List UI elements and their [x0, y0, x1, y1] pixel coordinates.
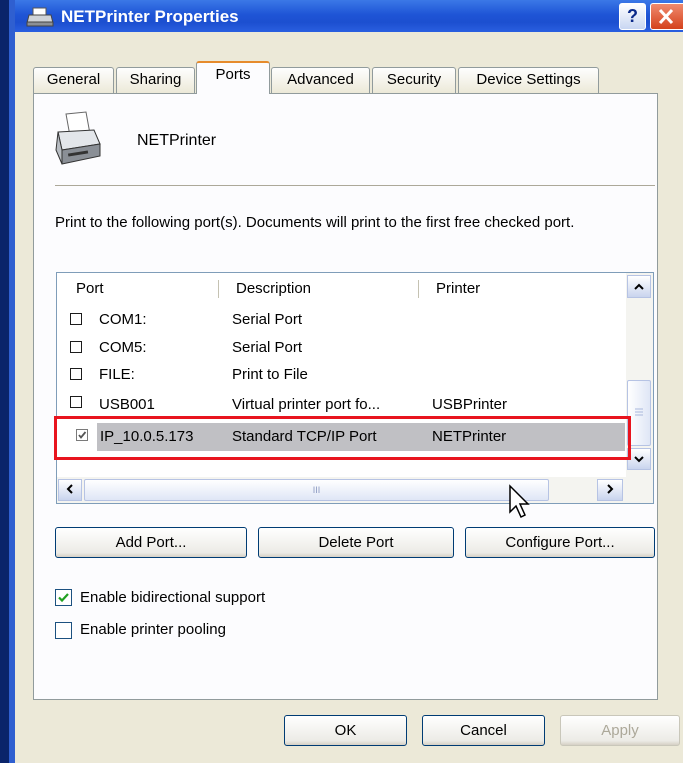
- separator: [55, 185, 655, 186]
- port-name: COM1:: [99, 311, 147, 328]
- bidirectional-checkbox[interactable]: [55, 589, 72, 606]
- tab-ports[interactable]: Ports: [196, 61, 270, 94]
- port-description: Virtual printer port fo...: [232, 396, 381, 413]
- add-port-button[interactable]: Add Port...: [55, 527, 247, 558]
- highlight-annotation: [54, 416, 631, 460]
- close-button[interactable]: [650, 3, 683, 30]
- list-item[interactable]: FILE: Print to File: [57, 362, 625, 389]
- port-description: Serial Port: [232, 311, 303, 328]
- port-description: Print to File: [232, 366, 308, 383]
- chevron-right-icon: [607, 484, 614, 494]
- tab-general[interactable]: General: [33, 67, 114, 93]
- list-item[interactable]: USB001 Virtual printer port fo... USBPri…: [57, 390, 625, 414]
- scroll-up-button[interactable]: [627, 275, 651, 298]
- column-header-printer[interactable]: Printer: [436, 274, 480, 303]
- port-description: Serial Port: [232, 339, 303, 356]
- configure-port-button[interactable]: Configure Port...: [465, 527, 655, 558]
- port-printer: USBPrinter: [432, 396, 508, 413]
- column-divider[interactable]: [218, 280, 219, 298]
- checkmark-icon: [58, 593, 69, 603]
- tab-device-settings[interactable]: Device Settings: [458, 67, 599, 93]
- chevron-left-icon: [66, 484, 73, 494]
- pooling-label[interactable]: Enable printer pooling: [80, 621, 226, 638]
- horizontal-scroll-thumb[interactable]: III: [84, 479, 549, 501]
- scroll-right-button[interactable]: [597, 479, 623, 501]
- grip-icon: [635, 408, 643, 416]
- cancel-button[interactable]: Cancel: [422, 715, 545, 746]
- close-icon: [658, 8, 674, 25]
- printer-large-icon: [55, 111, 101, 165]
- printer-name: NETPrinter: [137, 132, 217, 149]
- delete-port-button[interactable]: Delete Port: [258, 527, 454, 558]
- column-header-port[interactable]: Port: [76, 274, 104, 303]
- tab-sharing[interactable]: Sharing: [116, 67, 195, 93]
- port-name: COM5:: [99, 339, 147, 356]
- column-divider[interactable]: [418, 280, 419, 298]
- column-header-description[interactable]: Description: [236, 274, 311, 303]
- port-name: USB001: [99, 396, 155, 413]
- list-item[interactable]: COM5: Serial Port: [57, 335, 625, 362]
- port-checkbox[interactable]: [70, 313, 82, 325]
- chevron-up-icon: [634, 283, 644, 290]
- window-left-border: [0, 0, 9, 763]
- instructions-text: Print to the following port(s). Document…: [55, 214, 575, 231]
- apply-button[interactable]: Apply: [560, 715, 680, 746]
- port-checkbox[interactable]: [70, 396, 82, 408]
- scroll-left-button[interactable]: [58, 479, 82, 501]
- printer-icon: [26, 7, 54, 27]
- mouse-cursor-icon: [509, 484, 530, 519]
- tab-advanced[interactable]: Advanced: [271, 67, 370, 93]
- ok-button[interactable]: OK: [284, 715, 407, 746]
- bidirectional-label[interactable]: Enable bidirectional support: [80, 589, 265, 606]
- tab-security[interactable]: Security: [372, 67, 456, 93]
- port-checkbox[interactable]: [70, 368, 82, 380]
- list-item[interactable]: COM1: Serial Port: [57, 307, 625, 334]
- chevron-down-icon: [634, 456, 644, 463]
- port-checkbox[interactable]: [70, 341, 82, 353]
- pooling-checkbox[interactable]: [55, 622, 72, 639]
- port-name: FILE:: [99, 366, 135, 383]
- window-title: NETPrinter Properties: [61, 7, 239, 26]
- help-button[interactable]: ?: [619, 3, 646, 30]
